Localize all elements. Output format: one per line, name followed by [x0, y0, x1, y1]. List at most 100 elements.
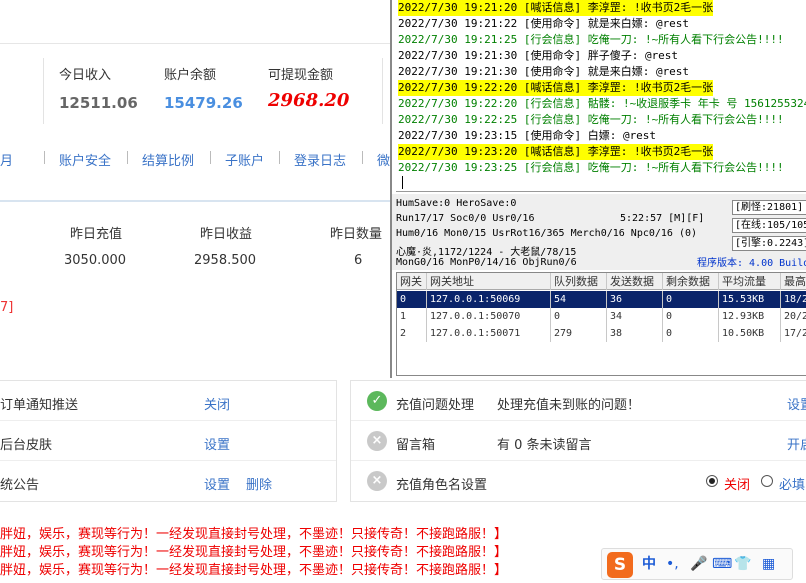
- column-header[interactable]: 发送数据: [607, 273, 663, 290]
- withdrawable-label: 可提现金额: [268, 68, 334, 83]
- table-cell: 15.53KB: [719, 291, 781, 308]
- setting-label: 充值角色名设置: [396, 478, 488, 493]
- account-nav: 月 账户安全 结算比例 子账户 登录日志 微: [0, 146, 395, 172]
- setting-description: 处理充值未到账的问题！: [497, 398, 641, 413]
- settings-panel-left: 订单通知推送 关闭 后台皮肤 设置 统公告 设置 删除: [0, 380, 337, 502]
- sogou-logo-icon[interactable]: S: [607, 552, 633, 578]
- column-header[interactable]: 平均流量: [719, 273, 781, 290]
- setting-description: 有 0 条未读留言: [497, 438, 592, 453]
- table-cell: 10.50KB: [719, 325, 781, 342]
- column-header[interactable]: 队列数据: [551, 273, 607, 290]
- table-cell: 127.0.0.1:50071: [427, 325, 551, 342]
- stats-section: [0, 44, 395, 130]
- text-caret: [402, 176, 403, 189]
- skin-settings-link[interactable]: 设置: [204, 434, 230, 453]
- yesterday-recharge-label: 昨日充值: [70, 227, 123, 242]
- table-cell: 2: [397, 325, 427, 342]
- log-line: 2022/7/30 19:22:20 [行会信息] 骷髅: !~收退服季卡 年卡…: [398, 97, 806, 110]
- table-cell: 1: [397, 308, 427, 325]
- nav-link-sub-account[interactable]: 子账户: [225, 150, 264, 169]
- nav-link-wechat[interactable]: 微: [377, 150, 390, 169]
- spawn-counter-box: [刷怪:21801]: [732, 200, 806, 215]
- log-line: 2022/7/30 19:21:20 [喊话信息] 李淳罡: !收书页2毛一张: [398, 0, 714, 16]
- notice-delete-link[interactable]: 删除: [246, 474, 272, 493]
- table-cell: 0: [663, 325, 719, 342]
- notice-line: 胖妞，娱乐，赛现等行为！一经发现直接封号处理，不墨迹！只接传奇！不接跑路服！】: [0, 527, 508, 542]
- table-cell: 18/2: [781, 291, 806, 308]
- gateway-table: 网关 网关地址 队列数据 发送数据 剩余数据 平均流量 最高 0 127.0.0…: [396, 272, 806, 376]
- nav-link-cut[interactable]: 月: [0, 150, 13, 169]
- table-cell: 0: [663, 291, 719, 308]
- section-divider: [0, 200, 395, 202]
- settings-row: × 充值角色名设置 关闭 必填: [351, 461, 806, 501]
- setting-label: 订单通知推送: [0, 398, 79, 413]
- log-line: 2022/7/30 19:21:22 [使用命令] 就是来白嫖: @rest: [398, 17, 690, 30]
- setting-label: 留言箱: [396, 438, 436, 453]
- table-cell: 279: [551, 325, 607, 342]
- yesterday-count-value: 6: [354, 253, 363, 268]
- close-circle-icon: ×: [367, 431, 387, 451]
- message-box-enable-link[interactable]: 开启: [787, 434, 806, 453]
- settings-row: 订单通知推送 关闭: [0, 381, 336, 421]
- divider: [382, 58, 383, 124]
- table-cell: 127.0.0.1:50070: [427, 308, 551, 325]
- status-run: Run17/17 Soc0/0 Usr0/16: [396, 213, 535, 224]
- today-income-label: 今日收入: [59, 68, 112, 83]
- microphone-icon[interactable]: 🎤: [690, 555, 707, 573]
- table-row[interactable]: 2 127.0.0.1:50071 279 38 0 10.50KB 17/2: [397, 325, 806, 342]
- nav-link-settlement-ratio[interactable]: 结算比例: [142, 150, 194, 169]
- table-cell: 127.0.0.1:50069: [427, 291, 551, 308]
- log-line: 2022/7/30 19:23:20 [喊话信息] 李淳罡: !收书页2毛一张: [398, 144, 714, 160]
- table-cell: 0: [551, 308, 607, 325]
- log-line: 2022/7/30 19:23:25 [行会信息] 吃俺一刀: !~所有人看下行…: [398, 161, 784, 174]
- status-mong: MonG0/16 MonP0/14/16 ObjRun0/6: [396, 257, 577, 268]
- column-header[interactable]: 剩余数据: [663, 273, 719, 290]
- yesterday-recharge-value: 3050.000: [64, 253, 127, 268]
- nav-link-account-security[interactable]: 账户安全: [59, 150, 111, 169]
- today-income-value: 12511.06: [59, 94, 138, 112]
- table-row[interactable]: 0 127.0.0.1:50069 54 36 0 15.53KB 18/2: [397, 291, 806, 308]
- column-header[interactable]: 网关地址: [427, 273, 551, 290]
- engine-counter-box: [引擎:0.2243]: [732, 236, 806, 251]
- radio-required-label[interactable]: 必填: [779, 474, 805, 493]
- check-circle-icon: ✓: [367, 391, 387, 411]
- radio-required[interactable]: [761, 475, 773, 487]
- status-save: HumSave:0 HeroSave:0: [396, 198, 517, 209]
- log-line: 2022/7/30 19:21:30 [使用命令] 就是来白嫖: @rest: [398, 65, 690, 78]
- nav-separator: [279, 151, 280, 164]
- settings-row: × 留言箱 有 0 条未读留言 开启: [351, 421, 806, 461]
- order-push-toggle-link[interactable]: 关闭: [204, 394, 230, 413]
- top-band: [0, 0, 395, 44]
- log-line: 2022/7/30 19:21:30 [使用命令] 胖子傻子: @rest: [398, 49, 679, 62]
- radio-off[interactable]: [706, 475, 718, 487]
- chat-log[interactable]: 2022/7/30 19:21:20 [喊话信息] 李淳罡: !收书页2毛一张 …: [396, 0, 806, 192]
- table-cell: 54: [551, 291, 607, 308]
- nav-separator: [362, 151, 363, 164]
- settings-row: ✓ 充值问题处理 处理充值未到账的问题！ 设置: [351, 381, 806, 421]
- server-status-panel: HumSave:0 HeroSave:0 Run17/17 Soc0/0 Usr…: [392, 194, 806, 270]
- withdrawable-value: 2968.20: [268, 90, 350, 111]
- notice-line: 胖妞，娱乐，赛现等行为！一经发现直接封号处理，不墨迹！只接传奇！不接跑路服！】: [0, 563, 508, 578]
- punctuation-icon[interactable]: •,: [666, 555, 679, 573]
- game-server-window: 2022/7/30 19:21:20 [喊话信息] 李淳罡: !收书页2毛一张 …: [390, 0, 806, 378]
- log-line: 2022/7/30 19:22:25 [行会信息] 吃俺一刀: !~所有人看下行…: [398, 113, 784, 126]
- table-cell: 36: [607, 291, 663, 308]
- notice-settings-link[interactable]: 设置: [204, 474, 230, 493]
- ime-language-toggle[interactable]: 中: [642, 555, 656, 573]
- column-header[interactable]: 网关: [397, 273, 427, 290]
- ime-toolbar: S 中 •, 🎤 ⌨ 👕 ▦: [601, 548, 793, 580]
- column-header[interactable]: 最高: [781, 273, 806, 290]
- red-text-fragment: 7]: [0, 300, 14, 315]
- toolbox-grid-icon[interactable]: ▦: [762, 555, 775, 573]
- setting-label: 统公告: [0, 478, 40, 493]
- table-cell: 20/2: [781, 308, 806, 325]
- skin-icon[interactable]: 👕: [734, 555, 751, 573]
- table-row[interactable]: 1 127.0.0.1:50070 0 34 0 12.93KB 20/2: [397, 308, 806, 325]
- settings-row: 后台皮肤 设置: [0, 421, 336, 461]
- recharge-issue-settings-link[interactable]: 设置: [787, 394, 806, 413]
- keyboard-icon[interactable]: ⌨: [712, 555, 732, 573]
- settings-row: 统公告 设置 删除: [0, 461, 336, 501]
- radio-off-label[interactable]: 关闭: [724, 474, 750, 493]
- nav-link-login-log[interactable]: 登录日志: [294, 150, 346, 169]
- gateway-table-header: 网关 网关地址 队列数据 发送数据 剩余数据 平均流量 最高: [397, 273, 806, 290]
